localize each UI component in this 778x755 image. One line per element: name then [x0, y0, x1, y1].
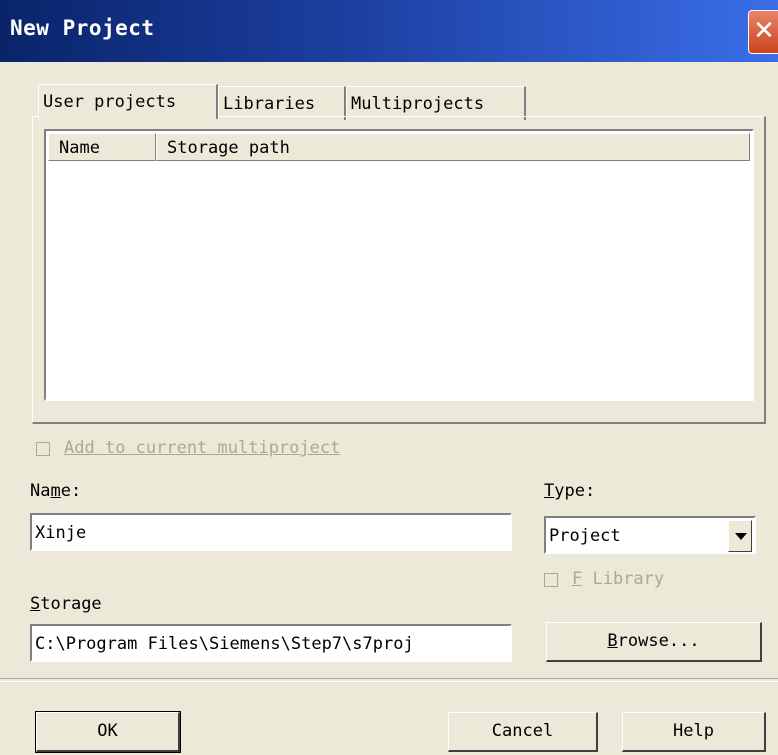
label-mnemonic: T — [544, 481, 555, 501]
button-label: Cancel — [491, 721, 554, 741]
tab-libraries[interactable]: Libraries — [218, 86, 346, 120]
tab-label: Libraries — [223, 94, 316, 114]
f-library-label: F Library — [572, 569, 664, 589]
add-to-multiproject-label: Add to current multiproject — [64, 438, 340, 458]
title-bar[interactable]: New Project ✕ — [0, 0, 778, 62]
storage-label: Storage — [30, 594, 102, 614]
f-library-checkbox[interactable] — [544, 573, 558, 587]
name-input[interactable]: Xinje — [30, 513, 512, 551]
button-label: OK — [97, 721, 118, 741]
tab-label: User projects — [43, 92, 177, 112]
label-part: e: — [60, 481, 82, 501]
label-mnemonic: m — [50, 481, 61, 501]
type-label: Type: — [544, 481, 595, 501]
divider — [0, 678, 778, 682]
button-label: Help — [673, 721, 714, 741]
column-header-storage-path[interactable]: Storage path — [156, 133, 750, 161]
select-value: Project — [549, 526, 621, 546]
storage-path-input[interactable]: C:\Program Files\Siemens\Step7\s7proj — [30, 624, 512, 662]
add-to-multiproject-checkbox[interactable] — [36, 442, 50, 456]
label-part: Na — [30, 481, 51, 501]
new-project-dialog: New Project ✕ User projects Libraries Mu… — [0, 0, 778, 755]
close-button[interactable]: ✕ — [748, 10, 778, 54]
label-part: rowse... — [617, 631, 700, 651]
ok-button[interactable]: OK — [35, 711, 181, 753]
cancel-button[interactable]: Cancel — [448, 712, 598, 752]
label-part: Library — [582, 569, 665, 589]
column-header-name[interactable]: Name — [48, 133, 156, 161]
type-select[interactable]: Project — [544, 516, 756, 554]
close-icon: ✕ — [753, 16, 775, 46]
input-value: C:\Program Files\Siemens\Step7\s7proj — [35, 634, 414, 654]
label-part: ype: — [554, 481, 596, 501]
tab-user-projects[interactable]: User projects — [38, 84, 218, 119]
tab-multiprojects[interactable]: Multiprojects — [346, 86, 526, 120]
input-value: Xinje — [35, 523, 87, 543]
tab-label: Multiprojects — [351, 94, 485, 114]
label-mnemonic: B — [607, 631, 618, 651]
label-text: Add to current multiproject — [64, 438, 341, 458]
label-mnemonic: F — [572, 569, 583, 589]
help-button[interactable]: Help — [622, 712, 766, 752]
column-label: Storage path — [167, 138, 290, 158]
label-mnemonic: S — [30, 594, 41, 614]
chevron-down-icon[interactable] — [728, 520, 752, 552]
project-list[interactable]: Name Storage path — [44, 129, 754, 401]
label-part: torage — [40, 594, 102, 614]
name-label: Name: — [30, 481, 81, 501]
browse-button[interactable]: Browse... — [546, 622, 762, 662]
column-label: Name — [59, 138, 100, 158]
dialog-title: New Project — [10, 16, 155, 40]
